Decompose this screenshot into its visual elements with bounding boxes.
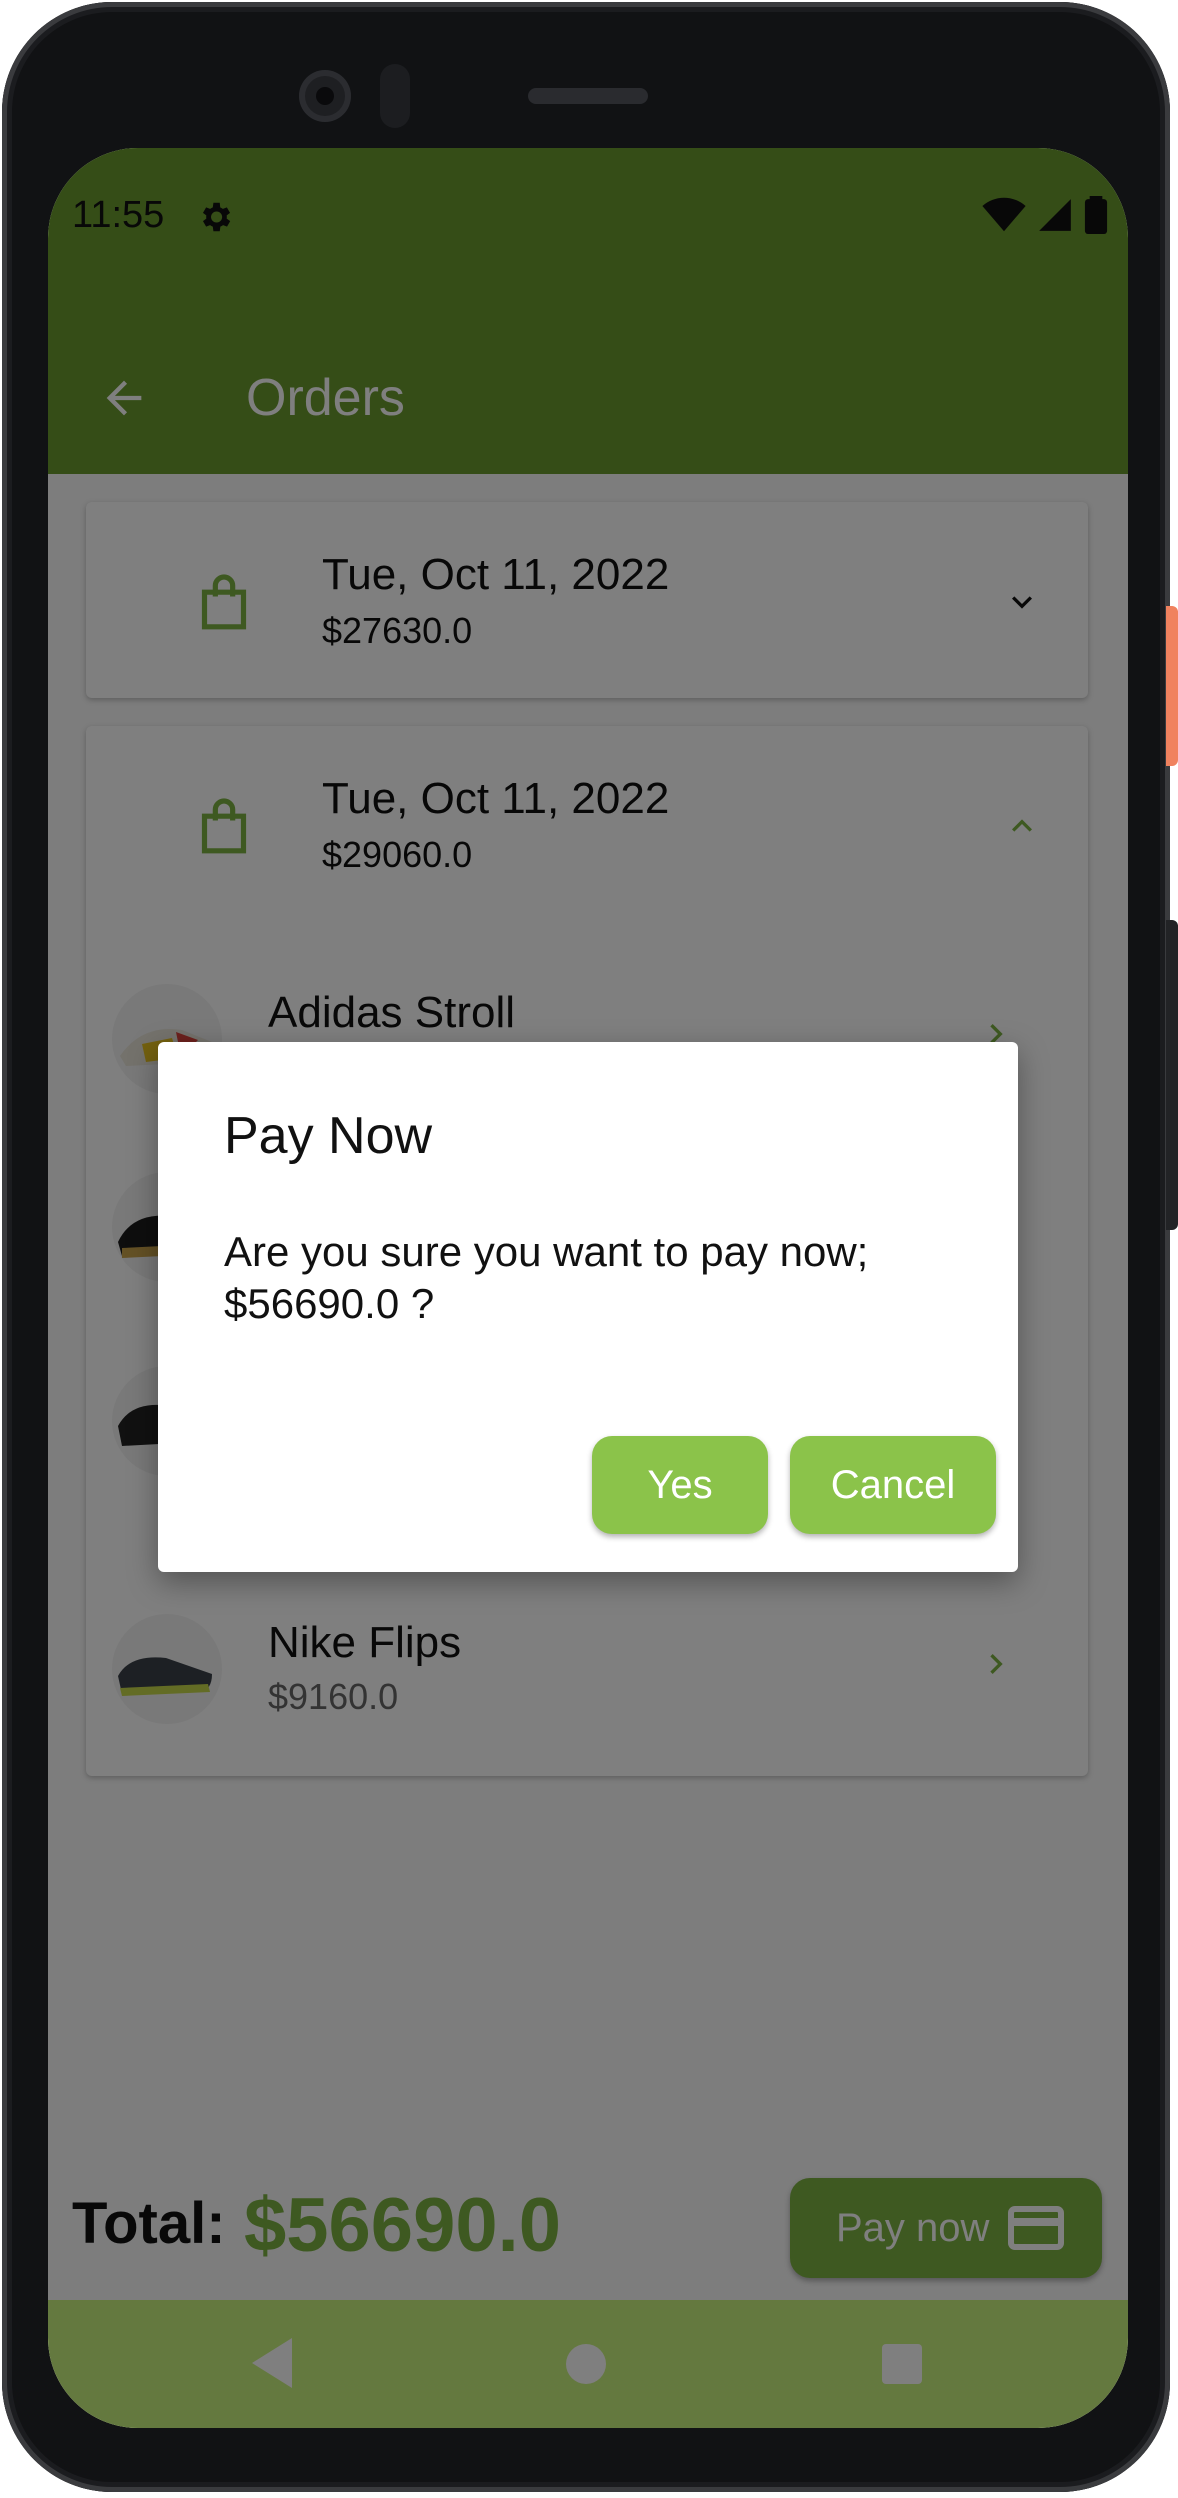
pay-now-dialog: Pay Now Are you sure you want to pay now… — [158, 1042, 1018, 1572]
screen: 11:55 Orders — [48, 148, 1128, 2428]
dialog-message: Are you sure you want to pay now; $56690… — [224, 1228, 869, 1327]
dialog-title: Pay Now — [224, 1107, 433, 1165]
front-camera — [299, 70, 351, 122]
yes-button[interactable]: Yes — [592, 1436, 768, 1534]
volume-button — [1166, 920, 1178, 1230]
phone-frame: 11:55 Orders — [2, 2, 1170, 2492]
proximity-sensor — [380, 64, 410, 128]
earpiece-speaker — [528, 88, 648, 104]
cancel-button[interactable]: Cancel — [790, 1436, 996, 1534]
power-button — [1166, 606, 1178, 766]
